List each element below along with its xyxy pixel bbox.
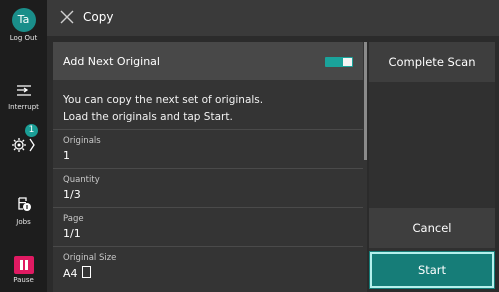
jobs-icon — [17, 197, 31, 211]
original-size-value: A4 — [63, 267, 78, 280]
message-line-2: Load the originals and tap Start. — [63, 111, 233, 123]
cancel-button[interactable]: Cancel — [369, 208, 495, 248]
scrollbar[interactable] — [364, 42, 367, 160]
page-label: Page — [63, 214, 84, 224]
complete-scan-button[interactable]: Complete Scan — [369, 42, 495, 82]
original-size-label: Original Size — [63, 253, 117, 263]
action-column: Complete Scan Cancel Start — [369, 42, 495, 289]
jobs-label: Jobs — [16, 218, 31, 226]
log-out-button[interactable]: Ta Log Out — [0, 8, 47, 42]
original-size-value-wrap: A4 — [63, 266, 91, 280]
quantity-value: 1/3 — [63, 188, 81, 201]
pause-icon — [13, 256, 34, 274]
instruction-message: You can copy the next set of originals. … — [63, 92, 263, 126]
sidebar: Ta Log Out Interrupt 1 Jobs Pause — [0, 0, 47, 292]
add-next-original-toggle[interactable] — [325, 57, 353, 67]
settings-button[interactable] — [0, 136, 47, 158]
pause-label: Pause — [13, 276, 34, 284]
message-line-1: You can copy the next set of originals. — [63, 94, 264, 106]
log-out-label: Log Out — [9, 34, 38, 42]
quantity-row: Quantity 1/3 — [53, 168, 363, 207]
originals-value: 1 — [63, 149, 70, 162]
pause-button[interactable]: Pause — [0, 256, 47, 284]
quantity-label: Quantity — [63, 175, 100, 185]
originals-row: Originals 1 — [53, 129, 363, 168]
settings-badge: 1 — [25, 124, 38, 137]
page-row: Page 1/1 — [53, 207, 363, 246]
close-icon[interactable] — [57, 7, 77, 27]
add-next-original-label: Add Next Original — [63, 55, 160, 68]
header: Copy — [47, 0, 499, 36]
main-panel: Add Next Original You can copy the next … — [53, 42, 367, 292]
page-value: 1/1 — [63, 227, 81, 240]
page-title: Copy — [83, 10, 114, 24]
interrupt-icon — [16, 85, 31, 96]
interrupt-label: Interrupt — [8, 103, 39, 111]
interrupt-button[interactable]: Interrupt — [0, 82, 47, 111]
jobs-button[interactable]: Jobs — [0, 196, 47, 226]
avatar: Ta — [11, 8, 36, 32]
add-next-original-row[interactable]: Add Next Original — [53, 42, 363, 80]
start-button[interactable]: Start — [369, 251, 495, 289]
original-size-row: Original Size A4 — [53, 246, 363, 285]
originals-label: Originals — [63, 136, 101, 146]
portrait-orientation-icon — [81, 266, 91, 278]
gear-icon — [11, 138, 35, 152]
toggle-knob — [343, 58, 352, 66]
